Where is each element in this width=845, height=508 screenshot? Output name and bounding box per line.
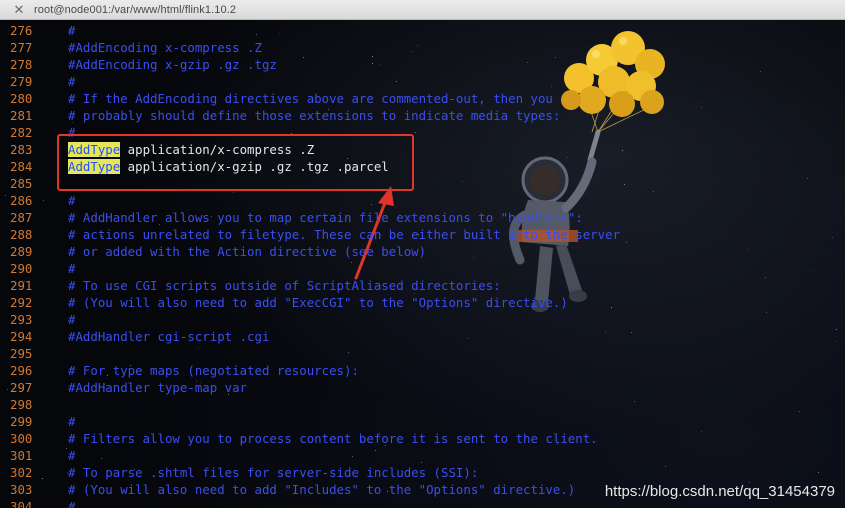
line-text: # To parse .shtml files for server-side …	[68, 465, 479, 480]
code-line: 301 #	[0, 447, 845, 464]
terminal-window: ✕ root@node001:/var/www/html/flink1.10.2	[0, 0, 845, 508]
line-number: 285	[10, 176, 33, 191]
code-line: 294 #AddHandler cgi-script .cgi	[0, 328, 845, 345]
line-text: # or added with the Action directive (se…	[68, 244, 427, 259]
line-text: # probably should define those extension…	[68, 108, 561, 123]
code-line: 293 #	[0, 311, 845, 328]
code-line: 296 # For type maps (negotiated resources…	[0, 362, 845, 379]
line-number: 294	[10, 329, 33, 344]
line-number: 300	[10, 431, 33, 446]
line-number: 278	[10, 57, 33, 72]
code-line: 278 #AddEncoding x-gzip .gz .tgz	[0, 56, 845, 73]
code-line: 290 #	[0, 260, 845, 277]
code-line: 299 #	[0, 413, 845, 430]
code-line: 291 # To use CGI scripts outside of Scrip…	[0, 277, 845, 294]
title-bar: ✕ root@node001:/var/www/html/flink1.10.2	[0, 0, 845, 20]
line-text: #	[68, 448, 76, 463]
line-number: 295	[10, 346, 33, 361]
code-line: 295	[0, 345, 845, 362]
line-text: #AddEncoding x-gzip .gz .tgz	[68, 57, 277, 72]
code-line: 286 #	[0, 192, 845, 209]
line-number: 298	[10, 397, 33, 412]
line-number: 279	[10, 74, 33, 89]
line-number: 292	[10, 295, 33, 310]
line-number: 287	[10, 210, 33, 225]
code-line: 292 # (You will also need to add "ExecCGI…	[0, 294, 845, 311]
line-number: 289	[10, 244, 33, 259]
line-text: # actions unrelated to filetype. These c…	[68, 227, 621, 242]
line-text: #	[68, 499, 76, 508]
line-text: # (You will also need to add "ExecCGI" t…	[68, 295, 568, 310]
line-number: 291	[10, 278, 33, 293]
line-text: # For type maps (negotiated resources):	[68, 363, 359, 378]
line-number: 284	[10, 159, 33, 174]
line-text: # AddHandler allows you to map certain f…	[68, 210, 583, 225]
line-number: 293	[10, 312, 33, 327]
code-line: 300 # Filters allow you to process conten…	[0, 430, 845, 447]
line-text: #	[68, 414, 76, 429]
line-text: #	[68, 261, 76, 276]
line-number: 286	[10, 193, 33, 208]
line-text: #	[68, 74, 76, 89]
line-number: 290	[10, 261, 33, 276]
line-number: 299	[10, 414, 33, 429]
line-number: 277	[10, 40, 33, 55]
line-text: #AddHandler type-map var	[68, 380, 248, 395]
line-number: 297	[10, 380, 33, 395]
code-line: 281 # probably should define those extens…	[0, 107, 845, 124]
line-text: #	[68, 23, 76, 38]
line-text: # (You will also need to add "Includes" …	[68, 482, 576, 497]
watermark: https://blog.csdn.net/qq_31454379	[604, 483, 835, 500]
line-number: 301	[10, 448, 33, 463]
code-line: 287 # AddHandler allows you to map certai…	[0, 209, 845, 226]
code-line: 298	[0, 396, 845, 413]
line-number: 296	[10, 363, 33, 378]
code-line: 279 #	[0, 73, 845, 90]
line-text: #	[68, 193, 76, 208]
line-number: 276	[10, 23, 33, 38]
highlight-box	[57, 134, 414, 191]
close-icon[interactable]: ✕	[12, 2, 26, 17]
code-line: 280 # If the AddEncoding directives above…	[0, 90, 845, 107]
code-line: 288 # actions unrelated to filetype. Thes…	[0, 226, 845, 243]
line-number: 281	[10, 108, 33, 123]
line-number: 282	[10, 125, 33, 140]
line-text: #	[68, 312, 76, 327]
line-text: #AddEncoding x-compress .Z	[68, 40, 262, 55]
line-text: # To use CGI scripts outside of ScriptAl…	[68, 278, 501, 293]
line-text: #AddHandler cgi-script .cgi	[68, 329, 270, 344]
line-text: # Filters allow you to process content b…	[68, 431, 598, 446]
code-line: 289 # or added with the Action directive …	[0, 243, 845, 260]
line-number: 288	[10, 227, 33, 242]
line-text: # If the AddEncoding directives above ar…	[68, 91, 553, 106]
line-number: 304	[10, 499, 33, 508]
code-line: 302 # To parse .shtml files for server-si…	[0, 464, 845, 481]
line-number: 302	[10, 465, 33, 480]
line-number: 280	[10, 91, 33, 106]
code-line: 277 #AddEncoding x-compress .Z	[0, 39, 845, 56]
terminal-pane[interactable]: 276 #277 #AddEncoding x-compress .Z 278 #Add…	[0, 20, 845, 508]
window-title: root@node001:/var/www/html/flink1.10.2	[34, 3, 237, 16]
code-line: 276 #	[0, 22, 845, 39]
line-number: 303	[10, 482, 33, 497]
code-line: 297 #AddHandler type-map var	[0, 379, 845, 396]
line-number: 283	[10, 142, 33, 157]
